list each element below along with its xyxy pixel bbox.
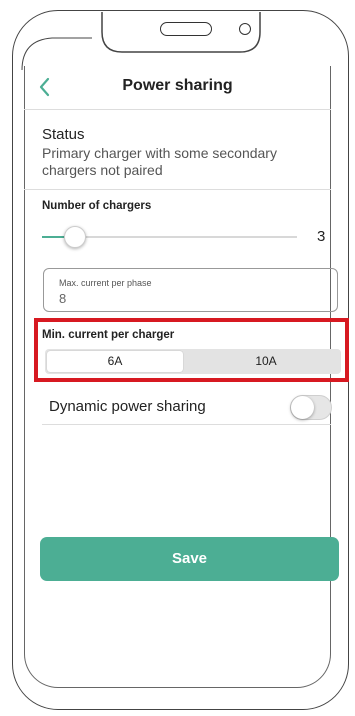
toggle-knob: [291, 396, 314, 419]
status-text: Primary charger with some secondary char…: [42, 145, 277, 178]
chargers-label: Number of chargers: [42, 200, 152, 212]
status-label: Status: [42, 126, 85, 143]
min-current-segmented-control: 6A 10A: [45, 349, 341, 374]
phone-notch: [21, 12, 261, 70]
speaker-icon: [160, 22, 212, 36]
max-current-label: Max. current per phase: [59, 278, 152, 288]
option-6a-button[interactable]: 6A: [47, 351, 183, 372]
page-title: Power sharing: [122, 77, 233, 94]
save-button[interactable]: Save: [40, 537, 339, 581]
dynamic-power-sharing-label: Dynamic power sharing: [49, 398, 206, 415]
chargers-value: 3: [317, 228, 326, 245]
dynamic-power-sharing-toggle[interactable]: [290, 395, 332, 420]
option-10a-button[interactable]: 10A: [193, 351, 339, 372]
camera-icon: [239, 23, 251, 35]
divider: [24, 189, 331, 190]
divider: [42, 424, 331, 425]
chargers-slider-thumb[interactable]: [64, 226, 87, 248]
app-header: Power sharing: [24, 66, 331, 110]
max-current-value[interactable]: 8: [59, 291, 66, 306]
min-current-label: Min. current per charger: [42, 329, 175, 341]
max-current-field[interactable]: Max. current per phase 8: [43, 268, 338, 312]
